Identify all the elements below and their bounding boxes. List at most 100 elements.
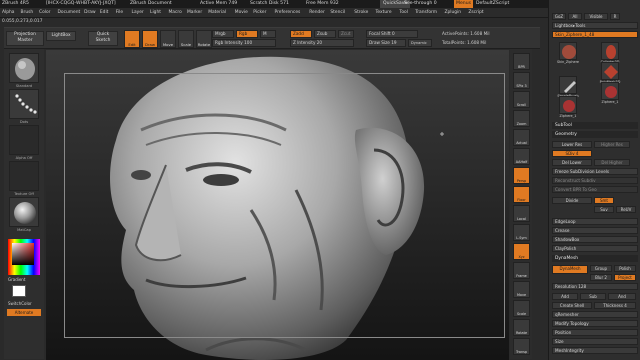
menu-movie[interactable]: Movie bbox=[235, 8, 248, 18]
tool-rotate-button[interactable]: Rotate bbox=[196, 30, 212, 48]
alternate-button[interactable]: Alternate bbox=[7, 309, 41, 316]
menu-tool[interactable]: Tool bbox=[399, 8, 408, 18]
goz-button[interactable]: GoZ bbox=[552, 13, 566, 20]
tool-thumb-4[interactable]: SimpleBrush bbox=[557, 76, 579, 98]
resolution-slider[interactable]: Resolution 128 bbox=[552, 283, 638, 290]
divide-button[interactable]: Divide bbox=[552, 197, 592, 204]
view-rotate-button[interactable]: Rotate bbox=[513, 319, 530, 336]
color-picker-square[interactable] bbox=[12, 243, 34, 265]
tool-thumb-3[interactable]: PolyMesh3D bbox=[600, 62, 620, 84]
menu-file[interactable]: File bbox=[116, 8, 123, 18]
view-actual-button[interactable]: Actual bbox=[513, 129, 530, 146]
texture-thumbnail[interactable]: Texture Off bbox=[9, 161, 39, 196]
view-transp-button[interactable]: Transp bbox=[513, 338, 530, 355]
suv-toggle[interactable]: Suv bbox=[594, 206, 614, 213]
see-through-slider[interactable]: See-through 0 bbox=[404, 0, 437, 8]
projection-master-button[interactable]: Projection Master bbox=[6, 31, 44, 46]
view-bpr-button[interactable]: BPR bbox=[513, 53, 530, 70]
tool-thumb-1[interactable]: Skin_Ziphere bbox=[557, 42, 579, 64]
dynamesh-button[interactable]: DynaMesh bbox=[552, 265, 588, 274]
menu-texture[interactable]: Texture bbox=[376, 8, 392, 18]
default-zscript-button[interactable]: DefaultZScript bbox=[476, 0, 509, 8]
position-section[interactable]: Position bbox=[552, 329, 638, 336]
create-shell-button[interactable]: Create Shell bbox=[552, 302, 592, 309]
and-button[interactable]: And bbox=[608, 293, 636, 300]
current-tool-slider[interactable]: Skin_Ziphere_1_48 bbox=[552, 31, 638, 38]
alpha-thumbnail[interactable]: Alpha Off bbox=[9, 125, 39, 160]
color-picker[interactable] bbox=[8, 239, 40, 275]
menu-macro[interactable]: Macro bbox=[169, 8, 182, 18]
menu-preferences[interactable]: Preferences bbox=[275, 8, 301, 18]
secondary-color-swatch[interactable] bbox=[12, 285, 26, 297]
brush-thumbnail[interactable]: Standard bbox=[9, 53, 39, 88]
tool-thumb-5[interactable]: Ziphere_1 bbox=[559, 96, 577, 118]
material-thumbnail[interactable]: MatCap bbox=[9, 197, 39, 232]
lightbox-tools-button[interactable]: Lightbox▸Tools bbox=[552, 22, 638, 29]
shadowbox-section[interactable]: ShadowBox bbox=[552, 236, 638, 243]
rgb-toggle[interactable]: Rgb bbox=[236, 30, 258, 38]
sdiv-slider[interactable]: SDiv 4 bbox=[552, 150, 592, 157]
menu-color[interactable]: Color bbox=[39, 8, 50, 18]
group-toggle[interactable]: Group bbox=[590, 265, 612, 272]
mrgb-toggle[interactable]: Mrgb bbox=[212, 30, 234, 38]
modify-topology-section[interactable]: Modify Topology bbox=[552, 320, 638, 327]
project-toggle[interactable]: Project bbox=[614, 274, 636, 281]
view-move-button[interactable]: Move bbox=[513, 281, 530, 298]
polish-toggle[interactable]: Polish bbox=[614, 265, 636, 272]
del-higher-button[interactable]: Del Higher bbox=[594, 159, 630, 166]
menu-material[interactable]: Material bbox=[208, 8, 226, 18]
zcut-toggle[interactable]: Zcut bbox=[338, 30, 354, 38]
menu-edit[interactable]: Edit bbox=[100, 8, 109, 18]
view-scale-button[interactable]: Scale bbox=[513, 300, 530, 317]
crease-section[interactable]: Crease bbox=[552, 227, 638, 234]
reuv-toggle[interactable]: ReUV bbox=[616, 206, 636, 213]
menu-marker[interactable]: Marker bbox=[187, 8, 202, 18]
menus-button[interactable]: Menus bbox=[454, 0, 474, 8]
view-floor-button[interactable]: Floor bbox=[513, 186, 530, 203]
view-spix-3-button[interactable]: SPix 3 bbox=[513, 72, 530, 89]
view-frame-button[interactable]: Frame bbox=[513, 262, 530, 279]
visible-button[interactable]: Visible bbox=[584, 13, 608, 20]
del-lower-button[interactable]: Del Lower bbox=[552, 159, 592, 166]
menu-draw[interactable]: Draw bbox=[84, 8, 95, 18]
lower-res-button[interactable]: Lower Res bbox=[552, 141, 592, 148]
tool-draw-button[interactable]: Draw bbox=[142, 30, 158, 48]
view-aahalf-button[interactable]: AAHalf bbox=[513, 148, 530, 165]
menu-alpha[interactable]: Alpha bbox=[2, 8, 14, 18]
view-xyz-button[interactable]: Xyz bbox=[513, 243, 530, 260]
z-intensity-slider[interactable]: Z Intensity 20 bbox=[290, 39, 354, 47]
menu-stencil[interactable]: Stencil bbox=[330, 8, 345, 18]
switch-color-label[interactable]: SwitchColor bbox=[8, 301, 32, 306]
menu-light[interactable]: Light bbox=[150, 8, 161, 18]
view-zoom-button[interactable]: Zoom bbox=[513, 110, 530, 127]
m-toggle[interactable]: M bbox=[260, 30, 276, 38]
view-l-sym-button[interactable]: L.Sym bbox=[513, 224, 530, 241]
r-button[interactable]: R bbox=[610, 13, 620, 20]
view-local-button[interactable]: Local bbox=[513, 205, 530, 222]
menu-zplugin[interactable]: Zplugin bbox=[445, 8, 462, 18]
smt-toggle[interactable]: Smt bbox=[594, 197, 614, 204]
reconstruct-subdiv-button[interactable]: Reconstruct Subdiv bbox=[552, 177, 638, 184]
zadd-toggle[interactable]: Zadd bbox=[290, 30, 312, 38]
tool-edit-button[interactable]: Edit bbox=[124, 30, 140, 48]
tool-move-button[interactable]: Move bbox=[160, 30, 176, 48]
size-section[interactable]: Size bbox=[552, 338, 638, 345]
dynamic-toggle[interactable]: Dynamic bbox=[408, 39, 432, 47]
stroke-thumbnail[interactable]: Dots bbox=[9, 89, 39, 124]
dynamesh-section[interactable]: DynaMesh bbox=[552, 255, 638, 262]
blur-slider[interactable]: Blur 2 bbox=[590, 274, 612, 281]
convert-bpr-button[interactable]: Convert BPR To Geo bbox=[552, 186, 638, 193]
draw-size-slider[interactable]: Draw Size 19 bbox=[366, 39, 406, 47]
rgb-intensity-slider[interactable]: Rgb Intensity 100 bbox=[212, 39, 276, 47]
claypolish-section[interactable]: ClayPolish bbox=[552, 245, 638, 252]
menu-layer[interactable]: Layer bbox=[132, 8, 144, 18]
all-button[interactable]: All bbox=[568, 13, 582, 20]
thickness-slider[interactable]: Thickness 4 bbox=[594, 302, 636, 309]
geometry-section[interactable]: Geometry bbox=[552, 131, 638, 138]
quick-sketch-button[interactable]: Quick Sketch bbox=[88, 31, 118, 46]
freeze-subdiv-button[interactable]: Freeze SubDivision Levels bbox=[552, 168, 638, 175]
view-scroll-button[interactable]: Scroll bbox=[513, 91, 530, 108]
menu-transform[interactable]: Transform bbox=[415, 8, 437, 18]
menu-picker[interactable]: Picker bbox=[253, 8, 266, 18]
menu-render[interactable]: Render bbox=[309, 8, 325, 18]
